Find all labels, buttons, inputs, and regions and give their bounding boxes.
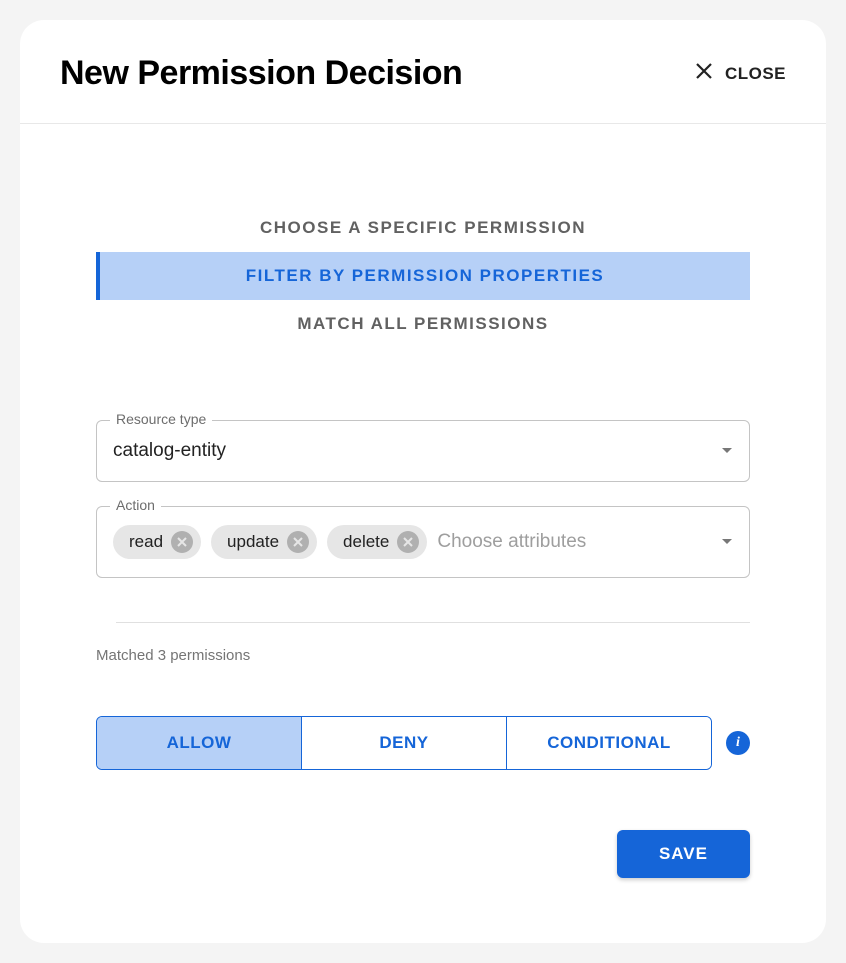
modal-footer: SAVE xyxy=(96,830,750,878)
deny-button[interactable]: DENY xyxy=(301,717,506,769)
action-label: Action xyxy=(110,497,161,513)
decision-button-group: ALLOW DENY CONDITIONAL xyxy=(96,716,712,770)
modal-header: New Permission Decision CLOSE xyxy=(20,20,826,124)
permission-decision-modal: New Permission Decision CLOSE CHOOSE A S… xyxy=(20,20,826,943)
chip-label: read xyxy=(129,532,163,552)
resource-type-value: catalog-entity xyxy=(113,440,711,462)
close-label: CLOSE xyxy=(725,64,786,84)
decision-row: ALLOW DENY CONDITIONAL i xyxy=(96,716,750,770)
resource-type-select[interactable]: catalog-entity xyxy=(96,420,750,482)
resource-type-field: Resource type catalog-entity xyxy=(96,420,750,482)
chip-remove-icon[interactable] xyxy=(287,531,309,553)
tab-group: CHOOSE A SPECIFIC PERMISSION FILTER BY P… xyxy=(96,204,750,348)
chip-read: read xyxy=(113,525,201,559)
conditional-button[interactable]: CONDITIONAL xyxy=(506,717,711,769)
action-field: Action read update delete xyxy=(96,506,750,578)
tab-match-all[interactable]: MATCH ALL PERMISSIONS xyxy=(96,300,750,348)
save-button[interactable]: SAVE xyxy=(617,830,750,878)
resource-type-label: Resource type xyxy=(110,411,212,427)
chip-remove-icon[interactable] xyxy=(397,531,419,553)
tab-filter-properties[interactable]: FILTER BY PERMISSION PROPERTIES xyxy=(96,252,750,300)
divider xyxy=(116,622,750,623)
chip-remove-icon[interactable] xyxy=(171,531,193,553)
chip-label: delete xyxy=(343,532,389,552)
close-icon xyxy=(695,62,713,86)
chip-update: update xyxy=(211,525,317,559)
chip-delete: delete xyxy=(327,525,427,559)
modal-title: New Permission Decision xyxy=(60,54,462,93)
action-placeholder: Choose attributes xyxy=(437,531,711,553)
matched-count-text: Matched 3 permissions xyxy=(96,647,750,664)
chip-label: update xyxy=(227,532,279,552)
modal-content: CHOOSE A SPECIFIC PERMISSION FILTER BY P… xyxy=(20,124,826,943)
tab-choose-specific[interactable]: CHOOSE A SPECIFIC PERMISSION xyxy=(96,204,750,252)
action-select[interactable]: read update delete Cho xyxy=(96,506,750,578)
chevron-down-icon xyxy=(721,533,733,551)
chevron-down-icon xyxy=(721,442,733,460)
info-icon[interactable]: i xyxy=(726,731,750,755)
close-button[interactable]: CLOSE xyxy=(695,62,786,86)
allow-button[interactable]: ALLOW xyxy=(97,717,301,769)
